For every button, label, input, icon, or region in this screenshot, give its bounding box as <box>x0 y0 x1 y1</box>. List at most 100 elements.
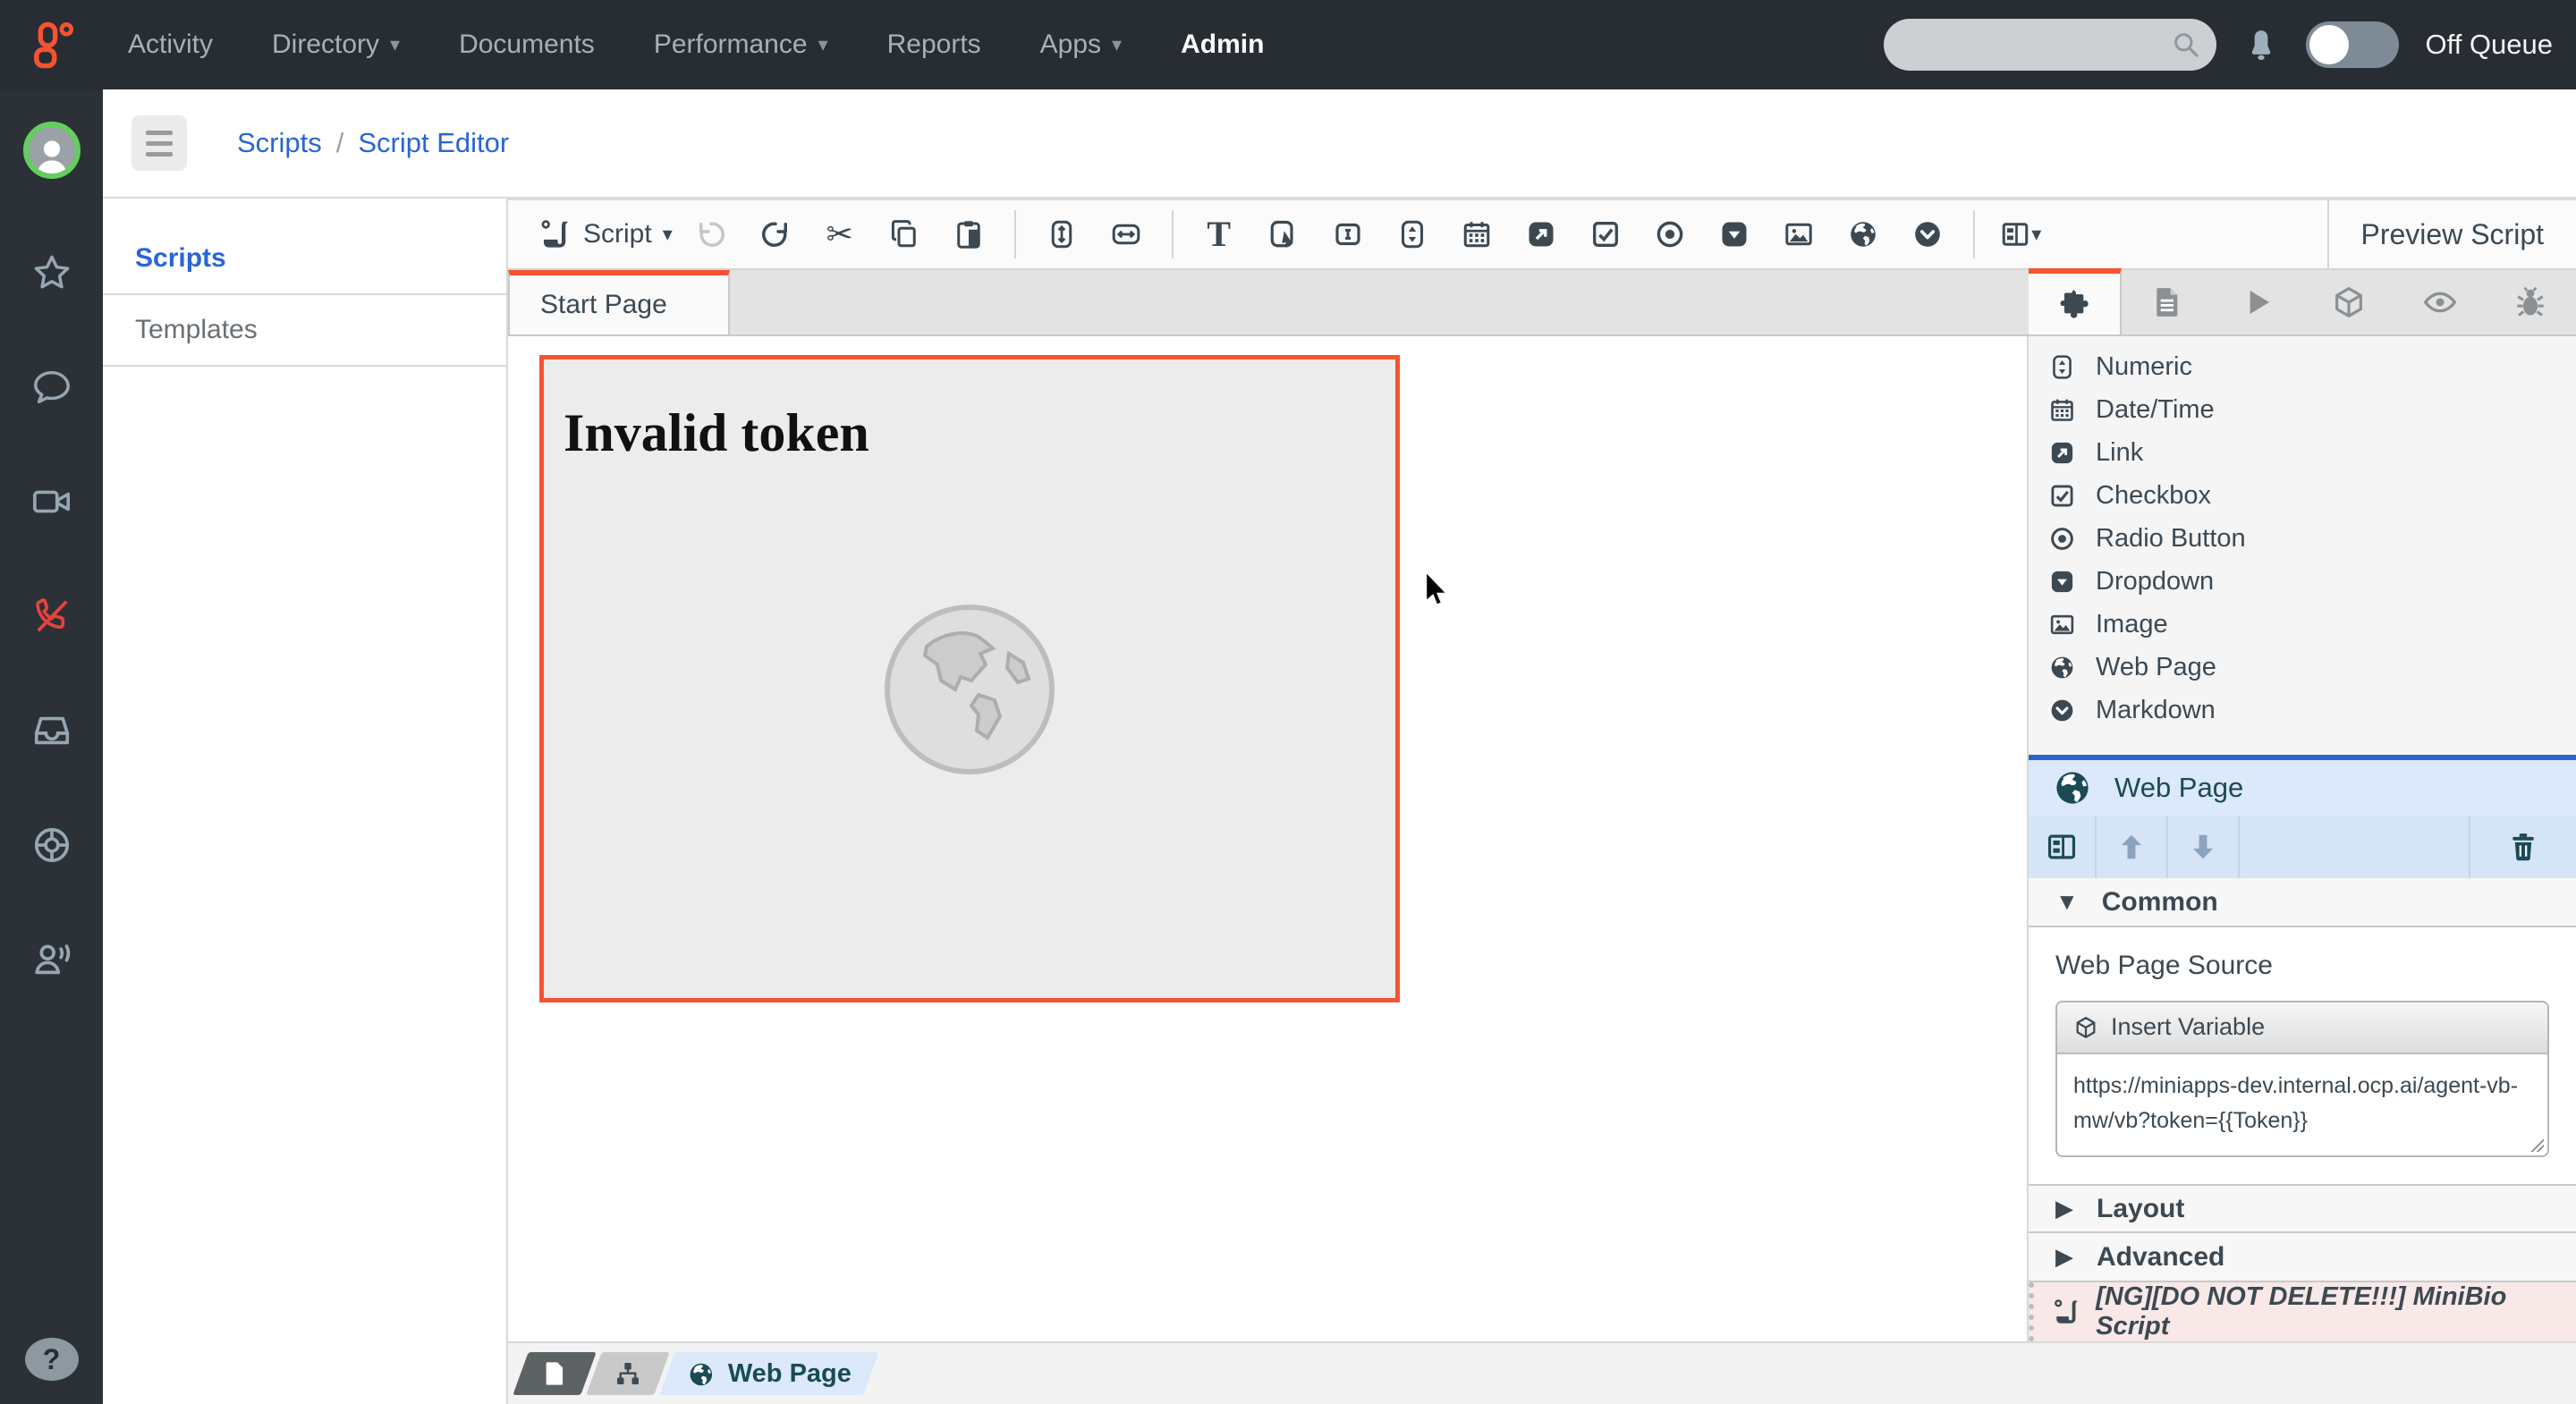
breadcrumb-webpage-segment[interactable]: Web Page <box>659 1352 879 1395</box>
script-canvas[interactable]: Invalid token <box>508 336 2029 1341</box>
nav-activity[interactable]: Activity <box>128 30 213 60</box>
eye-icon <box>2422 284 2458 320</box>
off-queue-label: Off Queue <box>2426 29 2553 61</box>
vertical-spacer-tool[interactable] <box>1034 207 1089 262</box>
globe-icon <box>687 1359 716 1388</box>
checkbox-icon <box>1589 218 1622 250</box>
wrap-in-container-button[interactable] <box>2029 816 2097 879</box>
breadcrumb-page-segment[interactable] <box>513 1352 596 1395</box>
user-avatar[interactable] <box>23 122 80 179</box>
section-layout[interactable]: ▶ Layout <box>2029 1184 2576 1233</box>
webpage-component-selected[interactable]: Invalid token <box>539 355 1400 1002</box>
toggle-knob <box>2309 25 2349 64</box>
favorites-star-icon[interactable] <box>31 252 72 293</box>
genesys-logo[interactable] <box>0 0 103 89</box>
radio-tool[interactable] <box>1642 207 1698 262</box>
section-advanced[interactable]: ▶ Advanced <box>2029 1233 2576 1282</box>
link-tool[interactable] <box>1513 207 1569 262</box>
move-up-button[interactable] <box>2097 816 2168 879</box>
horizontal-spacer-tool[interactable] <box>1098 207 1154 262</box>
tab-components[interactable] <box>2029 268 2122 334</box>
component-numeric[interactable]: Numeric <box>2029 345 2576 388</box>
nav-directory[interactable]: Directory▾ <box>272 30 400 60</box>
tab-debug[interactable] <box>2485 270 2576 334</box>
component-web-page[interactable]: Web Page <box>2029 646 2576 689</box>
menu-hamburger-button[interactable] <box>131 115 187 171</box>
move-down-button[interactable] <box>2168 816 2240 879</box>
tab-visibility[interactable] <box>2394 270 2486 334</box>
component-datetime[interactable]: Date/Time <box>2029 388 2576 431</box>
cube-icon <box>2331 284 2367 320</box>
sidebar-item-scripts[interactable]: Scripts <box>103 224 506 295</box>
scripts-nav-panel: Scripts Templates <box>103 199 508 1404</box>
nav-apps[interactable]: Apps▾ <box>1040 30 1122 60</box>
breadcrumb-scripts[interactable]: Scripts <box>237 127 322 159</box>
cut-button[interactable]: ✂ <box>812 207 868 262</box>
breadcrumb-structure-segment[interactable] <box>586 1352 669 1395</box>
input-tool[interactable] <box>1320 207 1376 262</box>
datetime-tool[interactable] <box>1449 207 1504 262</box>
script-name-bar[interactable]: [NG][DO NOT DELETE!!!] MiniBio Script <box>2029 1282 2576 1341</box>
numeric-tool[interactable] <box>1385 207 1440 262</box>
insert-variable-button[interactable]: Insert Variable <box>2057 1002 2547 1054</box>
image-tool[interactable] <box>1771 207 1826 262</box>
nav-admin[interactable]: Admin <box>1181 30 1264 60</box>
nav-reports[interactable]: Reports <box>887 30 981 60</box>
copy-button[interactable] <box>877 207 932 262</box>
tab-actions[interactable] <box>2212 270 2303 334</box>
search-input[interactable] <box>1884 19 2216 71</box>
selected-component-header: Web Page <box>2029 755 2576 816</box>
video-icon[interactable] <box>31 481 72 522</box>
caret-down-icon: ▾ <box>390 35 400 55</box>
editor-column: Script ▾ ✂ T <box>508 199 2576 1404</box>
arrow-down-icon <box>2186 830 2220 864</box>
web-page-source-input[interactable]: https://miniapps-dev.internal.ocp.ai/age… <box>2057 1054 2547 1156</box>
components-panel: Numeric Date/Time Link Checkbox Radio Bu… <box>2029 336 2576 1341</box>
section-common[interactable]: ▼ Common <box>2029 878 2576 927</box>
nav-performance[interactable]: Performance▾ <box>654 30 828 60</box>
component-markdown[interactable]: Markdown <box>2029 689 2576 732</box>
queue-status-toggle[interactable] <box>2306 21 2399 68</box>
scissors-icon: ✂ <box>826 216 853 253</box>
delete-component-button[interactable] <box>2470 816 2576 879</box>
selection-label: Web Page <box>728 1359 852 1389</box>
sidebar-item-templates[interactable]: Templates <box>103 295 506 367</box>
preview-script-button[interactable]: Preview Script <box>2327 199 2576 269</box>
redo-button[interactable] <box>748 207 803 262</box>
markdown-tool[interactable] <box>1900 207 1955 262</box>
agent-voice-icon[interactable] <box>31 939 72 980</box>
breadcrumb-script-editor[interactable]: Script Editor <box>358 127 509 159</box>
nav-documents[interactable]: Documents <box>459 30 595 60</box>
layout-columns-menu[interactable]: ▾ <box>1993 207 2048 262</box>
triangle-down-icon: ▼ <box>2055 888 2079 916</box>
paste-button[interactable] <box>941 207 996 262</box>
notifications-bell-icon[interactable] <box>2243 25 2279 64</box>
tab-pages[interactable] <box>2122 270 2213 334</box>
button-tool[interactable] <box>1256 207 1311 262</box>
help-button[interactable]: ? <box>25 1338 79 1381</box>
search-icon <box>2172 30 2200 59</box>
chat-icon[interactable] <box>31 367 72 408</box>
dropdown-tool[interactable] <box>1707 207 1762 262</box>
undo-button[interactable] <box>683 207 739 262</box>
inbox-icon[interactable] <box>31 710 72 751</box>
input-box-icon <box>1332 218 1364 250</box>
file-icon <box>2149 284 2185 320</box>
component-link[interactable]: Link <box>2029 431 2576 474</box>
script-name-label: [NG][DO NOT DELETE!!!] MiniBio Script <box>2096 1282 2576 1341</box>
tab-start-page[interactable]: Start Page <box>508 270 730 334</box>
checkbox-tool[interactable] <box>1578 207 1633 262</box>
text-tool[interactable]: T <box>1191 207 1247 262</box>
script-menu-button[interactable]: Script ▾ <box>528 217 683 251</box>
interactions-target-icon[interactable] <box>31 825 72 866</box>
component-checkbox[interactable]: Checkbox <box>2029 474 2576 517</box>
tab-variables[interactable] <box>2303 270 2394 334</box>
file-icon <box>540 1359 569 1388</box>
component-radio-button[interactable]: Radio Button <box>2029 517 2576 560</box>
webpage-tool[interactable] <box>1835 207 1891 262</box>
component-image[interactable]: Image <box>2029 603 2576 646</box>
globe-icon <box>2048 654 2076 681</box>
arrow-up-icon <box>2114 830 2148 864</box>
component-dropdown[interactable]: Dropdown <box>2029 560 2576 603</box>
phone-disconnected-icon[interactable] <box>31 596 72 637</box>
